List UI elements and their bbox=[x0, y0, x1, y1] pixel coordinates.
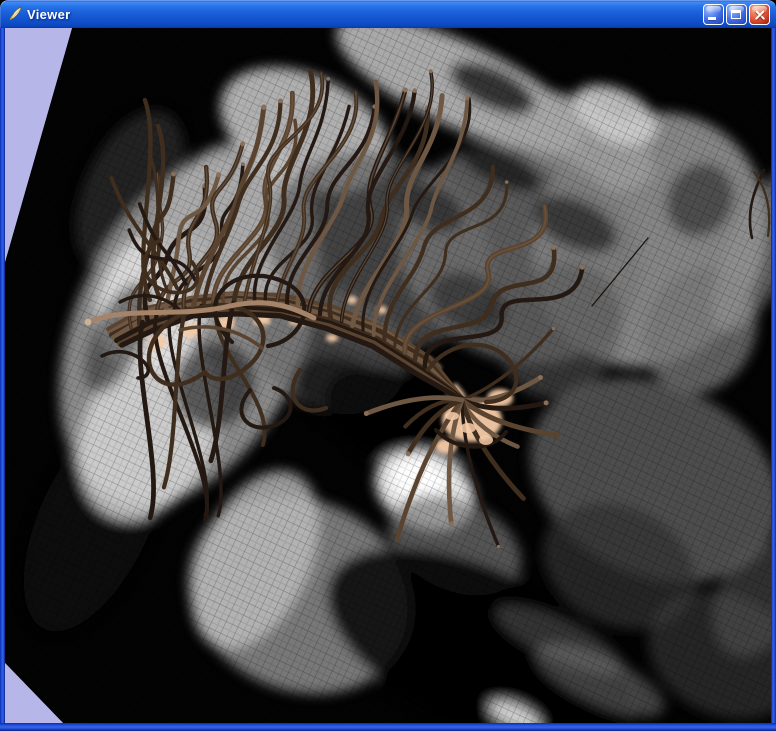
window-border-bottom[interactable] bbox=[0, 723, 776, 731]
feather-icon bbox=[7, 6, 23, 22]
viewer-window: Viewer bbox=[0, 0, 776, 731]
mri-slice-plane bbox=[0, 0, 776, 731]
close-icon bbox=[750, 5, 769, 24]
window-titlebar[interactable]: Viewer bbox=[0, 0, 776, 28]
window-title: Viewer bbox=[27, 7, 70, 22]
minimize-icon bbox=[708, 17, 716, 20]
minimize-button[interactable] bbox=[703, 4, 724, 25]
close-button[interactable] bbox=[749, 4, 770, 25]
tractography-viewport-3d[interactable] bbox=[0, 0, 776, 731]
maximize-icon bbox=[731, 10, 741, 19]
window-border-left[interactable] bbox=[0, 28, 5, 723]
maximize-button[interactable] bbox=[726, 4, 747, 25]
window-controls bbox=[703, 4, 770, 25]
window-border-right[interactable] bbox=[771, 28, 776, 723]
